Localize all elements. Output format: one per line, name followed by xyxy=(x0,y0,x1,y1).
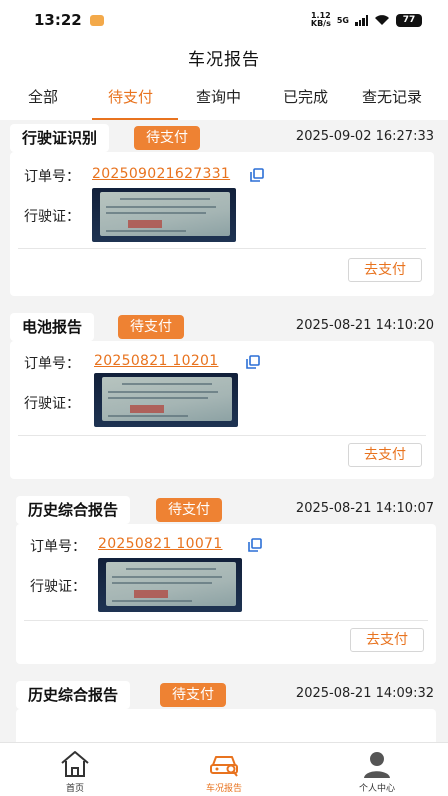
order-details[interactable]: 订单号： 202509021627331 行驶证： 去支付 xyxy=(10,152,434,296)
report-type-label: 历史综合报告 xyxy=(16,496,131,524)
order-number-label: 订单号： xyxy=(30,539,86,555)
license-label: 行驶证： xyxy=(24,209,80,225)
order-datetime: 2025-09-02 16:27:33 xyxy=(295,129,434,144)
nav-home-label: 首页 xyxy=(65,784,84,794)
order-datetime: 2025-08-21 14:09:32 xyxy=(295,686,434,701)
license-photo[interactable] xyxy=(94,373,238,427)
status-badge: 待支付 xyxy=(156,498,222,522)
copy-icon[interactable] xyxy=(246,355,260,369)
network-type: 5G xyxy=(336,15,349,25)
status-badge: 待支付 xyxy=(160,683,226,707)
license-photo[interactable] xyxy=(98,558,242,612)
order-number-label: 订单号： xyxy=(24,356,80,372)
nav-profile-label: 个人中心 xyxy=(358,784,395,794)
nav-home[interactable]: 首页 xyxy=(30,749,120,794)
nav-profile[interactable]: 个人中心 xyxy=(332,749,422,794)
order-number-label: 订单号： xyxy=(24,169,80,185)
title-bar: 车况报告 xyxy=(0,40,448,74)
status-badge: 待支付 xyxy=(118,315,184,339)
order-datetime: 2025-08-21 14:10:07 xyxy=(295,501,434,516)
network-speed-unit: KB/s xyxy=(310,19,331,28)
wifi-icon xyxy=(375,15,389,25)
order-card: 历史综合报告 待支付 2025-08-21 14:10:07 订单号： 2025… xyxy=(0,496,448,664)
tab-pending-payment[interactable]: 待支付 xyxy=(108,86,153,118)
report-type-label: 电池报告 xyxy=(10,313,95,341)
copy-icon[interactable] xyxy=(248,538,262,552)
license-label: 行驶证： xyxy=(30,579,86,595)
order-details[interactable]: 订单号： 20250821 10071 行驶证： 去支付 xyxy=(16,524,436,664)
order-number[interactable]: 20250821 10201 xyxy=(94,353,218,369)
pay-button[interactable]: 去支付 xyxy=(348,443,422,467)
signal-icon xyxy=(355,14,368,26)
order-number[interactable]: 20250821 10071 xyxy=(98,536,222,552)
order-card: 行驶证识别 待支付 2025-09-02 16:27:33 订单号： 20250… xyxy=(0,124,448,296)
tab-no-record[interactable]: 查无记录 xyxy=(362,86,422,118)
active-tab-indicator xyxy=(92,118,178,120)
order-number[interactable]: 202509021627331 xyxy=(92,166,230,182)
report-type-label: 行驶证识别 xyxy=(10,124,110,152)
nav-car-report-label: 车况报告 xyxy=(205,784,242,794)
status-time: 13:22 xyxy=(34,11,82,29)
tab-querying[interactable]: 查询中 xyxy=(196,86,241,118)
license-label: 行驶证： xyxy=(24,396,80,412)
order-datetime: 2025-08-21 14:10:20 xyxy=(295,318,434,333)
tab-all[interactable]: 全部 xyxy=(28,86,58,118)
status-badge: 待支付 xyxy=(134,126,200,150)
status-indicators: 1.12 KB/s 5G 77 xyxy=(311,12,422,28)
order-details[interactable]: 订单号： 20250821 10201 行驶证： 去支付 xyxy=(10,341,434,479)
network-speed: 1.12 KB/s xyxy=(311,12,331,28)
report-type-label: 历史综合报告 xyxy=(16,681,131,709)
order-card: 电池报告 待支付 2025-08-21 14:10:20 订单号： 202508… xyxy=(0,313,448,479)
battery-level: 77 xyxy=(402,15,416,25)
status-bar: 13:22 1.12 KB/s 5G 77 xyxy=(0,0,448,40)
license-photo[interactable] xyxy=(92,188,236,242)
person-icon xyxy=(364,752,390,778)
order-card: 历史综合报告 待支付 2025-08-21 14:09:32 xyxy=(0,681,448,749)
copy-icon[interactable] xyxy=(250,168,264,182)
page-title: 车况报告 xyxy=(188,49,260,70)
nav-car-report[interactable]: 车况报告 xyxy=(179,749,269,794)
card-divider xyxy=(18,435,426,436)
card-divider xyxy=(24,620,428,621)
home-icon xyxy=(61,751,89,777)
pay-button[interactable]: 去支付 xyxy=(350,628,424,652)
pay-button[interactable]: 去支付 xyxy=(348,258,422,282)
tab-bar: 全部 待支付 查询中 已完成 查无记录 xyxy=(0,74,448,120)
app-notification-icon xyxy=(89,14,104,26)
battery-icon: 77 xyxy=(396,13,422,27)
card-divider xyxy=(18,248,426,249)
bottom-nav: 首页 车况报告 个人中心 xyxy=(0,742,448,796)
car-report-icon xyxy=(210,756,238,777)
tab-completed[interactable]: 已完成 xyxy=(283,86,328,118)
